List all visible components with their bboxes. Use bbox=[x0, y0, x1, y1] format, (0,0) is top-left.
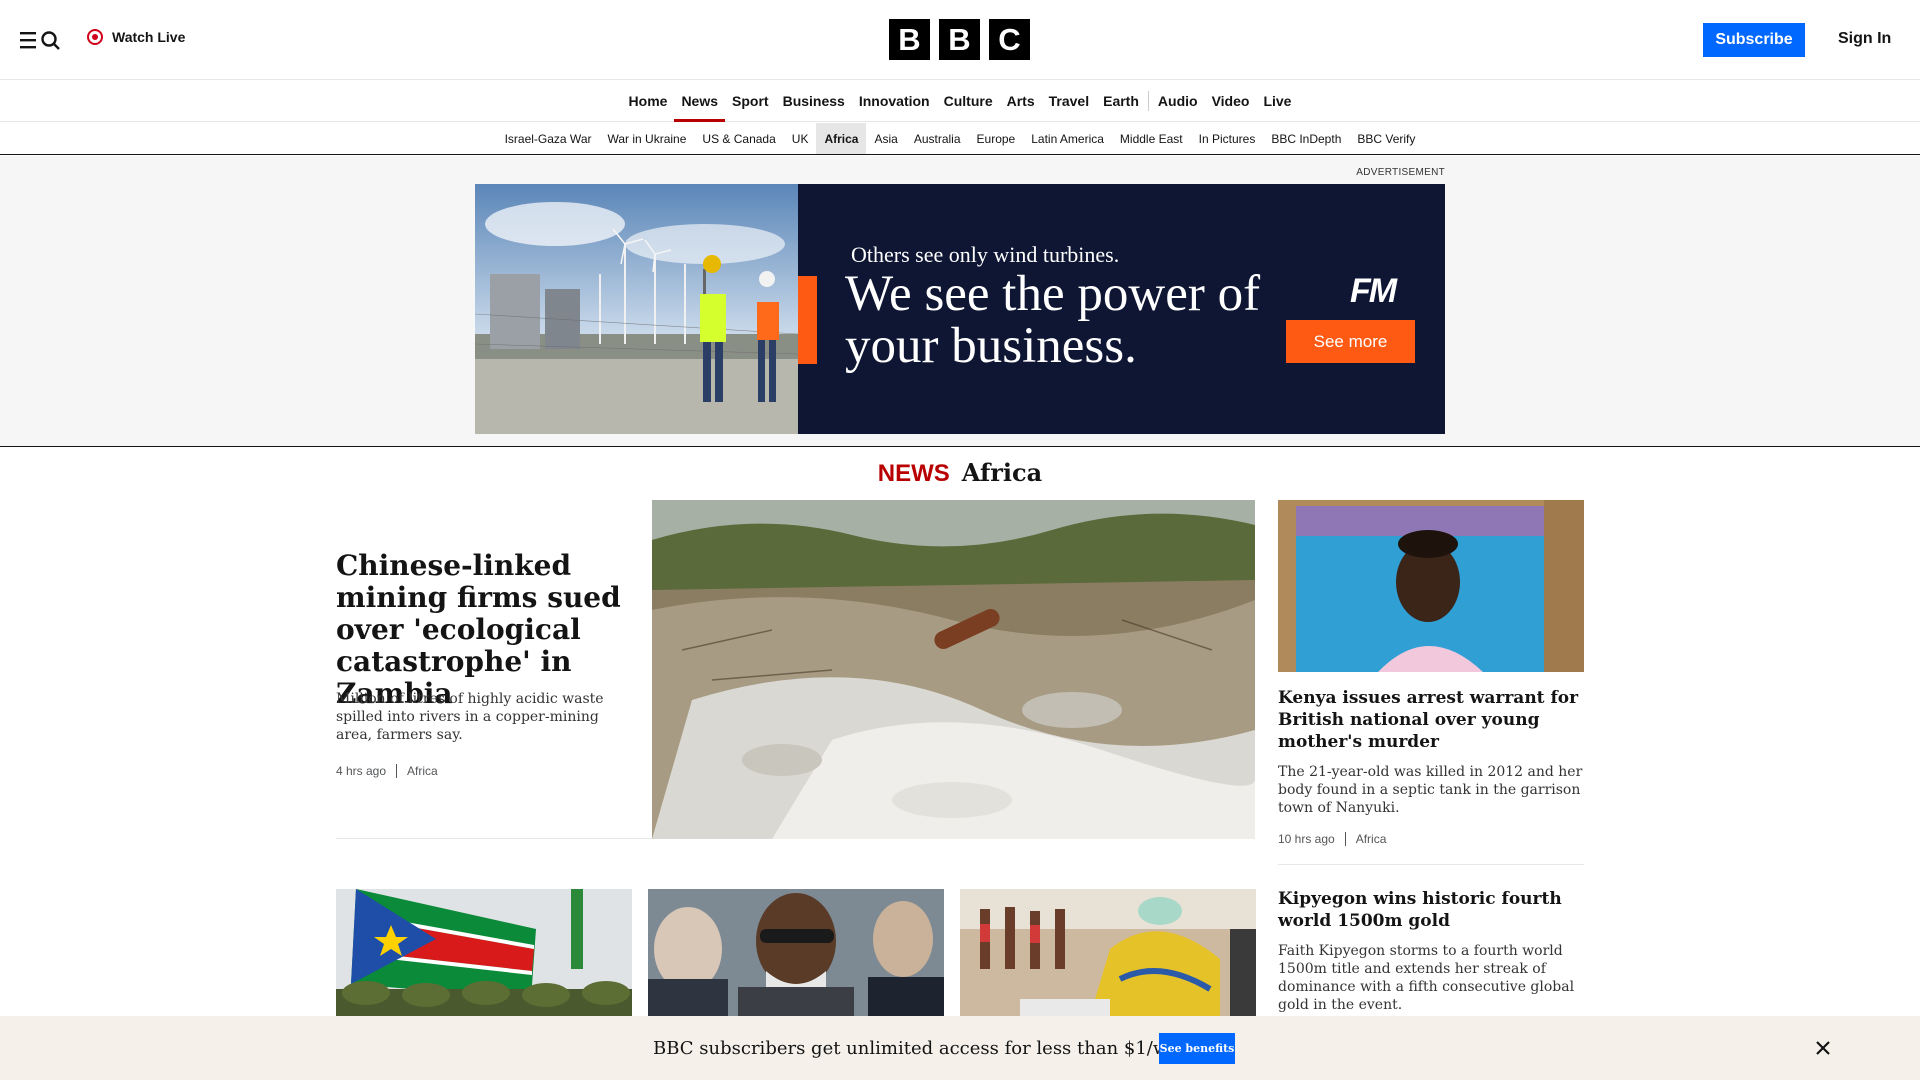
subnav-africa[interactable]: Africa bbox=[816, 123, 867, 154]
story-card-2[interactable] bbox=[648, 889, 944, 1016]
subnav-latin-america[interactable]: Latin America bbox=[1023, 123, 1112, 154]
lead-story-summary: Million of litres of highly acidic waste… bbox=[336, 691, 604, 743]
subnav-israel-gaza-war[interactable]: Israel-Gaza War bbox=[497, 123, 600, 154]
see-benefits-button[interactable]: See benefits bbox=[1159, 1033, 1235, 1064]
side-story-2-title[interactable]: Kipyegon wins historic fourth world 1500… bbox=[1278, 888, 1584, 932]
nav-audio[interactable]: Audio bbox=[1151, 81, 1205, 122]
subnav-middle-east[interactable]: Middle East bbox=[1112, 123, 1191, 154]
side-story[interactable]: Kenya issues arrest warrant for British … bbox=[1278, 500, 1584, 846]
menu-icon bbox=[20, 31, 60, 50]
lead-story-time: 4 hrs ago bbox=[336, 764, 387, 778]
advert-line2: We see the power of your business. bbox=[845, 266, 1261, 374]
subnav-uk[interactable]: UK bbox=[784, 123, 817, 154]
subnav-in-pictures[interactable]: In Pictures bbox=[1191, 123, 1264, 154]
primary-nav: Home News Sport Business Innovation Cult… bbox=[0, 81, 1920, 122]
top-bar: Watch Live B B C Subscribe Sign In bbox=[0, 0, 1920, 80]
subnav-europe[interactable]: Europe bbox=[969, 123, 1024, 154]
menu-search-button[interactable] bbox=[20, 28, 62, 52]
story-card-1-image bbox=[336, 889, 632, 1016]
watch-live-label: Watch Live bbox=[112, 29, 186, 45]
nav-video[interactable]: Video bbox=[1205, 81, 1257, 122]
side-column-divider bbox=[1278, 864, 1584, 865]
side-story-summary: The 21-year-old was killed in 2012 and h… bbox=[1278, 764, 1583, 816]
subnav-us-canada[interactable]: US & Canada bbox=[694, 123, 783, 154]
nav-arts[interactable]: Arts bbox=[1000, 81, 1042, 122]
meta-divider bbox=[1344, 832, 1346, 846]
logo-letter-b1: B bbox=[889, 19, 930, 60]
advert-accent-bar bbox=[798, 276, 817, 364]
subnav-asia[interactable]: Asia bbox=[866, 123, 905, 154]
nav-business[interactable]: Business bbox=[776, 81, 852, 122]
watch-live-link[interactable]: Watch Live bbox=[87, 29, 185, 45]
section-heading: NEWS Africa bbox=[0, 458, 1920, 488]
story-card-2-image bbox=[648, 889, 944, 1016]
advert-area: ADVERTISEMENT Others see only wind turbi… bbox=[0, 156, 1920, 447]
story-card-1[interactable] bbox=[336, 889, 632, 1016]
story-card-3-image bbox=[960, 889, 1256, 1016]
section-region: Africa bbox=[961, 458, 1043, 487]
subnav-bbc-indepth[interactable]: BBC InDepth bbox=[1263, 123, 1349, 154]
nav-culture[interactable]: Culture bbox=[937, 81, 1000, 122]
subnav-australia[interactable]: Australia bbox=[906, 123, 969, 154]
nav-travel[interactable]: Travel bbox=[1042, 81, 1096, 122]
advert-brand-logo: FM bbox=[1350, 272, 1397, 310]
story-card-3[interactable] bbox=[960, 889, 1256, 1016]
secondary-nav: Israel-Gaza War War in Ukraine US & Cana… bbox=[0, 123, 1920, 155]
meta-divider bbox=[396, 764, 398, 778]
close-banner-button[interactable] bbox=[1813, 1038, 1833, 1058]
live-indicator-icon bbox=[87, 29, 103, 45]
logo-letter-b2: B bbox=[939, 19, 980, 60]
nav-sport[interactable]: Sport bbox=[725, 81, 776, 122]
side-story-2[interactable]: Kipyegon wins historic fourth world 1500… bbox=[1278, 888, 1584, 1014]
advert-banner[interactable]: Others see only wind turbines. We see th… bbox=[475, 184, 1445, 434]
sign-in-link[interactable]: Sign In bbox=[1838, 30, 1891, 48]
nav-news[interactable]: News bbox=[674, 81, 725, 122]
side-story-title[interactable]: Kenya issues arrest warrant for British … bbox=[1278, 687, 1584, 753]
subnav-war-in-ukraine[interactable]: War in Ukraine bbox=[599, 123, 694, 154]
side-story-image[interactable] bbox=[1278, 500, 1584, 672]
lead-story[interactable]: Chinese-linked mining firms sued over 'e… bbox=[336, 500, 1255, 839]
subscription-banner-text: BBC subscribers get unlimited access for… bbox=[653, 1038, 1201, 1059]
nav-earth[interactable]: Earth bbox=[1096, 81, 1146, 122]
section-brand[interactable]: NEWS bbox=[878, 460, 950, 487]
advert-photo bbox=[475, 184, 798, 434]
side-story-tag: Africa bbox=[1355, 832, 1387, 846]
subnav-bbc-verify[interactable]: BBC Verify bbox=[1349, 123, 1423, 154]
lead-story-meta: 4 hrs ago Africa bbox=[336, 764, 438, 778]
logo-letter-c: C bbox=[989, 19, 1030, 60]
close-icon bbox=[1816, 1041, 1830, 1055]
side-story-meta: 10 hrs ago Africa bbox=[1278, 832, 1584, 846]
nav-live[interactable]: Live bbox=[1256, 81, 1298, 122]
lead-story-tag: Africa bbox=[407, 764, 438, 778]
subscription-banner: BBC subscribers get unlimited access for… bbox=[0, 1016, 1920, 1080]
advert-line1: Others see only wind turbines. bbox=[851, 242, 1120, 267]
lead-story-title[interactable]: Chinese-linked mining firms sued over 'e… bbox=[336, 550, 641, 710]
nav-home[interactable]: Home bbox=[622, 81, 675, 122]
advert-label: ADVERTISEMENT bbox=[1356, 167, 1445, 178]
advert-see-more-button[interactable]: See more bbox=[1286, 320, 1415, 363]
lead-story-image[interactable] bbox=[652, 500, 1255, 839]
bbc-logo[interactable]: B B C bbox=[889, 19, 1030, 60]
subscribe-button[interactable]: Subscribe bbox=[1703, 23, 1805, 57]
nav-divider bbox=[1147, 91, 1149, 111]
side-story-time: 10 hrs ago bbox=[1278, 832, 1335, 846]
nav-innovation[interactable]: Innovation bbox=[852, 81, 937, 122]
side-story-2-summary: Faith Kipyegon storms to a fourth world … bbox=[1278, 943, 1575, 1013]
